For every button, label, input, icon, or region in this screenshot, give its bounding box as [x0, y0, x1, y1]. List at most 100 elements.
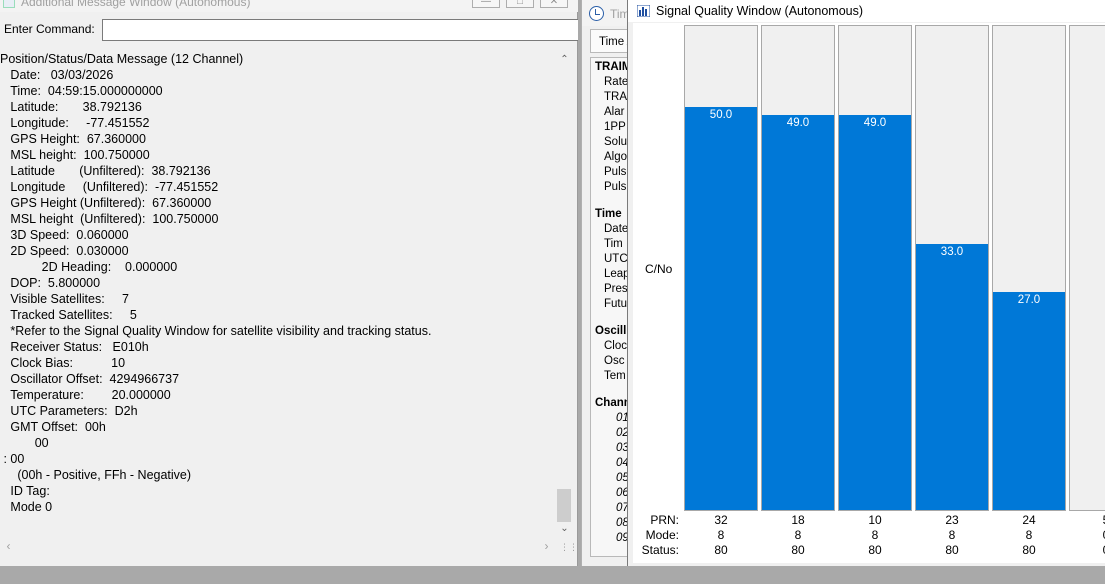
- horizontal-scrollbar[interactable]: ‹ ›: [0, 538, 556, 555]
- mode-row-label: Mode:: [645, 528, 679, 542]
- tree-item[interactable]: TRA: [604, 91, 627, 103]
- message-line: Temperature: 20.000000: [0, 388, 171, 402]
- tree-item[interactable]: Rate: [604, 76, 628, 88]
- signal-quality-window: Signal Quality Window (Autonomous) C/No …: [627, 0, 1105, 566]
- command-label: Enter Command:: [4, 22, 95, 36]
- prn-row-label: PRN:: [650, 513, 679, 527]
- vertical-scrollbar[interactable]: ⌃ ⌄: [556, 51, 573, 538]
- message-window-title: Additional Message Window (Autonomous): [21, 0, 251, 9]
- status-cell: 0: [1069, 543, 1105, 557]
- message-line: MSL height (Unfiltered): 100.750000: [0, 212, 219, 226]
- tree-item[interactable]: Alar: [604, 106, 624, 118]
- mode-cell: 8: [794, 528, 802, 542]
- message-line: 00: [0, 436, 49, 450]
- tree-item[interactable]: Osc: [604, 355, 624, 367]
- prn-cell: 23: [945, 513, 959, 527]
- cno-bar: 50.0: [685, 107, 757, 510]
- tree-item[interactable]: Puls: [604, 181, 626, 193]
- message-line: Longitude (Unfiltered): -77.451552: [0, 180, 219, 194]
- message-line: 3D Speed: 0.060000: [0, 228, 129, 242]
- minimize-button[interactable]: —: [472, 0, 500, 8]
- cno-value-label: 49.0: [863, 117, 887, 129]
- message-line: ID Tag:: [0, 484, 50, 498]
- tree-item[interactable]: Puls: [604, 166, 626, 178]
- message-line: GPS Height: 67.360000: [0, 132, 146, 146]
- message-line: Tracked Satellites: 5: [0, 308, 137, 322]
- prn-cell: 32: [714, 513, 728, 527]
- message-line: 2D Speed: 0.030000: [0, 244, 129, 258]
- mode-cell: 8: [717, 528, 725, 542]
- message-window: Additional Message Window (Autonomous) —…: [0, 0, 578, 566]
- tree-item[interactable]: 1PP: [604, 121, 626, 133]
- scroll-left-icon[interactable]: ‹: [0, 538, 17, 555]
- satellite-column: 27.0: [992, 25, 1066, 511]
- message-line: GMT Offset: 00h: [0, 420, 106, 434]
- status-cell: 80: [714, 543, 728, 557]
- tree-group-header[interactable]: Chann: [595, 397, 631, 409]
- message-text-area[interactable]: Position/Status/Data Message (12 Channel…: [0, 51, 556, 538]
- message-line: DOP: 5.800000: [0, 276, 101, 290]
- clock-icon: [589, 6, 604, 21]
- prn-cell: 10: [868, 513, 882, 527]
- satellite-column: 49.0: [761, 25, 835, 511]
- tree-item[interactable]: Algo: [604, 151, 627, 163]
- command-input[interactable]: [102, 19, 578, 41]
- signal-window-title: Signal Quality Window (Autonomous): [656, 4, 864, 18]
- tree-group-header[interactable]: Oscill: [595, 325, 626, 337]
- bar-chart-icon: [637, 5, 650, 17]
- tree-group-header[interactable]: Time: [595, 208, 622, 220]
- satellite-column: [1069, 25, 1105, 511]
- message-line: Mode 0: [0, 500, 53, 514]
- window-app-icon: [3, 0, 15, 8]
- status-row-label: Status:: [641, 543, 679, 557]
- prn-cell: 18: [791, 513, 805, 527]
- cno-value-label: 27.0: [1017, 294, 1041, 306]
- tree-item[interactable]: Solu: [604, 136, 627, 148]
- message-line: Time: 04:59:15.000000000: [0, 84, 163, 98]
- scroll-up-icon[interactable]: ⌃: [556, 51, 573, 68]
- cno-value-label: 33.0: [940, 246, 964, 258]
- close-button[interactable]: ✕: [540, 0, 568, 8]
- cno-bar: 49.0: [762, 115, 834, 510]
- cno-bar: 27.0: [993, 292, 1065, 510]
- cno-bar: 33.0: [916, 244, 988, 510]
- status-cell: 80: [1022, 543, 1036, 557]
- cno-bar: 49.0: [839, 115, 911, 510]
- scroll-right-icon[interactable]: ›: [538, 538, 555, 555]
- tree-item[interactable]: Leap: [604, 268, 630, 280]
- message-line: 2D Heading: 0.000000: [0, 260, 178, 274]
- tree-item[interactable]: Date: [604, 223, 628, 235]
- message-line: Clock Bias: 10: [0, 356, 126, 370]
- message-line: Date: 03/03/2026: [0, 68, 114, 82]
- tree-item[interactable]: Tem: [604, 370, 626, 382]
- satellite-column: 50.0: [684, 25, 758, 511]
- scroll-thumb[interactable]: [557, 489, 571, 522]
- scroll-down-icon[interactable]: ⌄: [556, 520, 573, 537]
- satellite-column: 33.0: [915, 25, 989, 511]
- message-line: MSL height: 100.750000: [0, 148, 150, 162]
- message-line: Latitude: 38.792136: [0, 100, 142, 114]
- status-cell: 80: [868, 543, 882, 557]
- cno-value-label: 49.0: [786, 117, 810, 129]
- message-window-titlebar[interactable]: Additional Message Window (Autonomous) —…: [0, 0, 578, 12]
- tree-item[interactable]: Futu: [604, 298, 627, 310]
- tree-item[interactable]: Pres: [604, 283, 628, 295]
- signal-window-titlebar[interactable]: Signal Quality Window (Autonomous): [628, 0, 1105, 22]
- message-line: Latitude (Unfiltered): 38.792136: [0, 164, 211, 178]
- tree-item[interactable]: Cloc: [604, 340, 627, 352]
- message-line: (00h - Positive, FFh - Negative): [0, 468, 192, 482]
- message-line: Longitude: -77.451552: [0, 116, 150, 130]
- message-line: Oscillator Offset: 4294966737: [0, 372, 180, 386]
- signal-chart: C/No PRN: Mode: Status: 50.0 32 8 80 49.0 18 8…: [633, 23, 1105, 563]
- mode-cell: 0: [1069, 528, 1105, 542]
- tree-item[interactable]: Tim: [604, 238, 623, 250]
- tree-group-header[interactable]: TRAIM: [595, 61, 631, 73]
- mode-cell: 8: [1025, 528, 1033, 542]
- resize-grip-icon[interactable]: ⋮⋮: [560, 542, 578, 554]
- prn-cell: 24: [1022, 513, 1036, 527]
- message-line: GPS Height (Unfiltered): 67.360000: [0, 196, 212, 210]
- maximize-button[interactable]: □: [506, 0, 534, 8]
- tree-item[interactable]: UTC: [604, 253, 628, 265]
- message-line: : 00: [0, 452, 25, 466]
- y-axis-label: C/No: [645, 262, 673, 276]
